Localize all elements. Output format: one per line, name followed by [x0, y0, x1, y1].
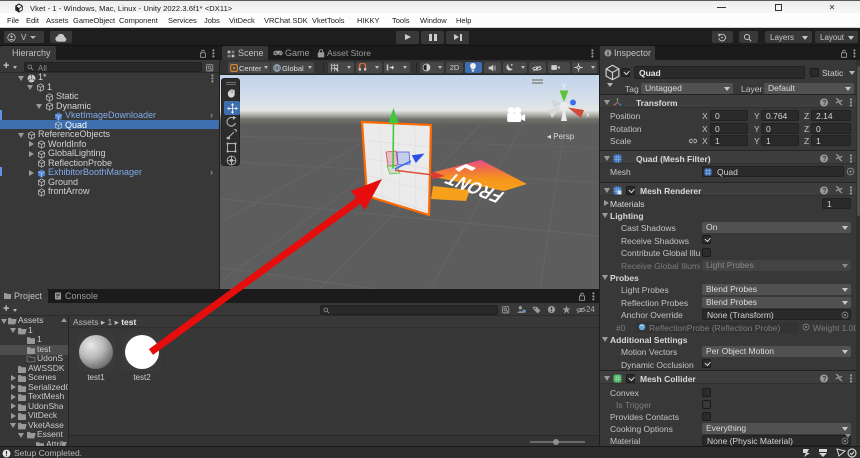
svg-text:?: ?	[822, 156, 826, 163]
svg-text:?: ?	[822, 188, 826, 195]
svg-text:?: ?	[822, 376, 826, 383]
svg-text:x: x	[586, 112, 590, 119]
svg-text:y: y	[562, 83, 566, 90]
svg-text:?: ?	[822, 100, 826, 107]
